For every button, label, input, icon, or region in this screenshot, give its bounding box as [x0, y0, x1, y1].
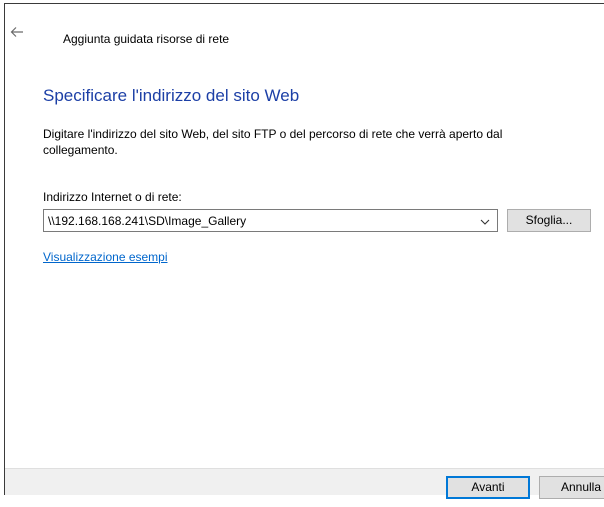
page-description: Digitare l'indirizzo del sito Web, del s…	[43, 127, 503, 157]
wizard-window: Aggiunta guidata risorse di rete Specifi…	[4, 3, 604, 495]
cancel-button[interactable]: Annulla	[539, 476, 604, 499]
address-input[interactable]: \\192.168.168.241\SD\Image_Gallery	[48, 214, 246, 228]
examples-link[interactable]: Visualizzazione esempi	[43, 250, 168, 264]
address-combobox[interactable]: \\192.168.168.241\SD\Image_Gallery	[43, 209, 498, 232]
title-bar: Aggiunta guidata risorse di rete	[5, 4, 604, 48]
address-field-label: Indirizzo Internet o di rete:	[43, 190, 182, 204]
chevron-down-icon[interactable]	[479, 215, 491, 227]
page-heading: Specificare l'indirizzo del sito Web	[43, 86, 300, 105]
window-title: Aggiunta guidata risorse di rete	[63, 32, 230, 46]
browse-button[interactable]: Sfoglia...	[507, 209, 591, 232]
next-button[interactable]: Avanti	[446, 476, 530, 499]
arrow-left-icon[interactable]	[10, 25, 24, 39]
